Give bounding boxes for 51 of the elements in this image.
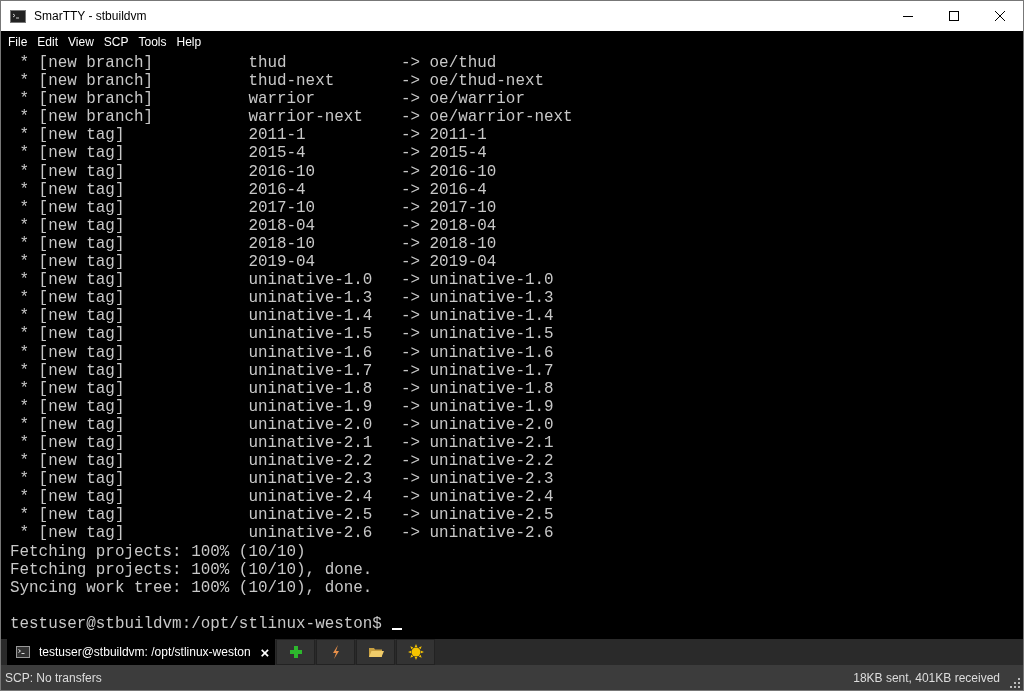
terminal-line: * [new branch] thud -> oe/thud	[18, 54, 497, 73]
plus-icon[interactable]	[287, 644, 304, 660]
terminal-line: * [new tag] uninative-2.5 -> uninative-2.5	[18, 506, 554, 525]
resize-grip-icon[interactable]	[1010, 678, 1020, 688]
session-tab[interactable]: testuser@stbuildvm: /opt/stlinux-weston ×	[7, 639, 276, 665]
transfer-status: SCP: No transfers	[5, 670, 103, 685]
terminal-line: * [new branch] thud-next -> oe/thud-next	[18, 72, 544, 91]
maximize-icon[interactable]	[949, 11, 959, 21]
terminal-line: * [new tag] uninative-1.8 -> uninative-1.8	[18, 379, 554, 398]
sun-icon[interactable]	[407, 644, 424, 660]
transfer-stats: 18KB sent, 401KB received	[853, 670, 1000, 685]
terminal-line: * [new tag] 2011-1 -> 2011-1	[18, 126, 487, 145]
terminal-line: Syncing work tree: 100% (10/10), done.	[10, 578, 373, 597]
command-prompt: testuser@stbuildvm:/opt/stlinux-weston$	[10, 614, 382, 633]
terminal-line: * [new tag] 2018-10 -> 2018-10	[18, 234, 497, 254]
terminal-line: * [new tag] uninative-1.7 -> uninative-1.7	[18, 361, 554, 380]
terminal-icon	[16, 646, 30, 658]
terminal-line: * [new tag] uninative-2.3 -> uninative-2.3	[18, 470, 554, 489]
text-cursor	[391, 628, 402, 630]
terminal-line: * [new tag] uninative-1.6 -> uninative-1.6	[18, 343, 554, 362]
terminal-icon	[10, 9, 26, 23]
tab-label: testuser@stbuildvm: /opt/stlinux-weston	[39, 645, 251, 659]
menu-item[interactable]: Edit	[32, 35, 64, 49]
terminal-line: * [new tag] uninative-2.4 -> uninative-2.4	[18, 488, 554, 507]
tab-close-button[interactable]: ×	[260, 643, 270, 661]
menu-item[interactable]: View	[63, 35, 99, 49]
terminal-line: * [new tag] uninative-1.3 -> uninative-1.3	[18, 289, 554, 308]
terminal-line: * [new tag] 2016-10 -> 2016-10	[18, 162, 497, 181]
terminal-line: * [new branch] warrior -> oe/warrior	[18, 90, 525, 109]
window-title: SmarTTY - stbuildvm	[34, 9, 148, 23]
terminal-line: * [new tag] 2016-4 -> 2016-4	[18, 180, 487, 199]
terminal-line: * [new tag] uninative-1.9 -> uninative-1.9	[18, 397, 554, 416]
terminal-line: * [new tag] uninative-2.6 -> uninative-2.6	[18, 524, 554, 543]
terminal-line: * [new tag] 2019-04 -> 2019-04	[18, 253, 497, 272]
menu-item[interactable]: File	[3, 35, 33, 49]
terminal-line: * [new tag] uninative-1.0 -> uninative-1.0	[18, 271, 554, 290]
terminal-line: * [new branch] warrior-next -> oe/warrior-next	[18, 108, 573, 127]
terminal-line: Fetching projects: 100% (10/10)	[10, 542, 306, 561]
terminal-line: * [new tag] 2018-04 -> 2018-04	[18, 216, 497, 235]
close-icon[interactable]	[995, 11, 1005, 21]
terminal-line: * [new tag] uninative-2.1 -> uninative-2.1	[18, 433, 554, 453]
terminal-line: * [new tag] 2017-10 -> 2017-10	[18, 198, 497, 217]
menu-item[interactable]: Help	[171, 35, 207, 49]
terminal-line: * [new tag] uninative-2.2 -> uninative-2.2	[18, 452, 554, 471]
menu-item[interactable]: SCP	[98, 35, 134, 49]
menu-item[interactable]: Tools	[133, 35, 172, 49]
terminal-line: Fetching projects: 100% (10/10), done.	[10, 560, 373, 579]
terminal-line: * [new tag] uninative-1.5 -> uninative-1.5	[18, 325, 554, 344]
terminal-line: * [new tag] uninative-1.4 -> uninative-1.4	[18, 307, 554, 326]
terminal-line: * [new tag] uninative-2.0 -> uninative-2.0	[18, 415, 554, 434]
terminal-line: * [new tag] 2015-4 -> 2015-4	[18, 144, 487, 163]
